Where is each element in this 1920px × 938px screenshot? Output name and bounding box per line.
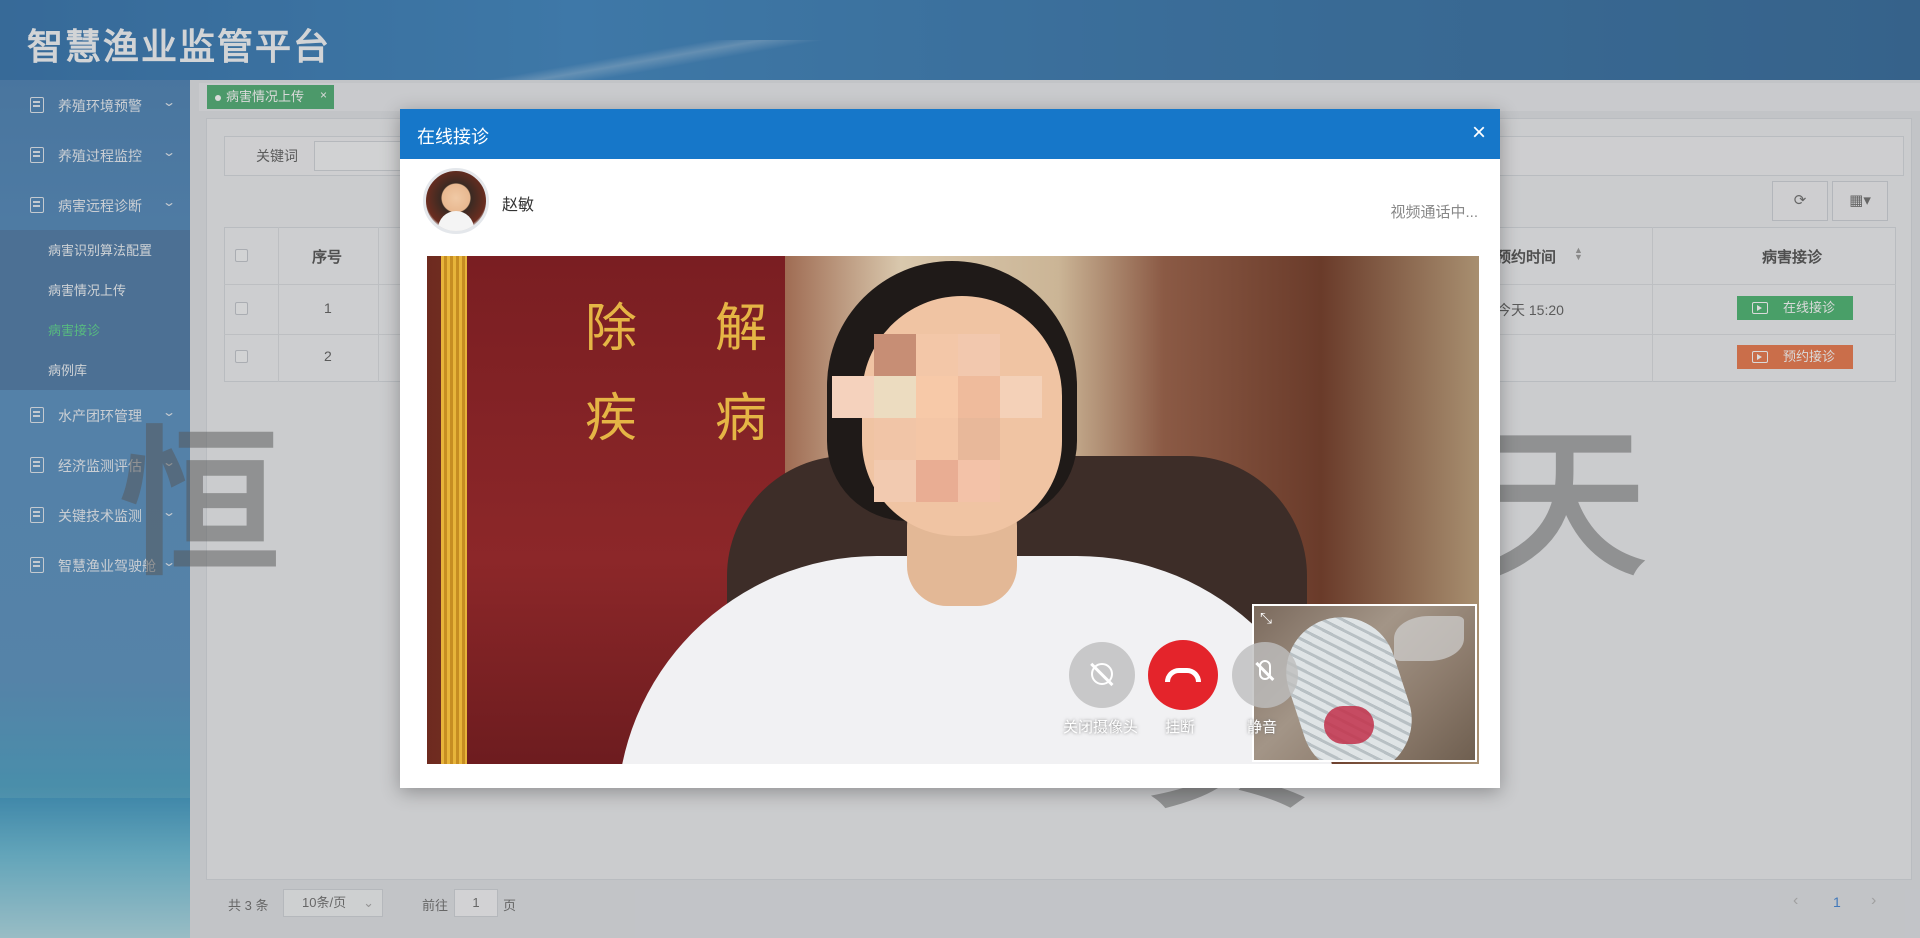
mosaic-block — [958, 376, 1000, 418]
mosaic-block — [874, 334, 916, 376]
caller-avatar — [423, 168, 489, 234]
hangup-button[interactable] — [1148, 640, 1218, 710]
mosaic-block — [916, 418, 958, 460]
mosaic-block — [916, 334, 958, 376]
mosaic-block — [958, 418, 1000, 460]
banner-glyph: 解 — [715, 299, 768, 359]
phone-hangup-icon — [1165, 668, 1201, 682]
banner-fringe — [441, 256, 467, 764]
camera-off-label: 关闭摄像头 — [1063, 719, 1139, 736]
banner-glyph: 病 — [715, 389, 768, 449]
remote-video: 除 疾 解 病 ⤡ — [427, 256, 1479, 764]
banner-glyph: 除 — [585, 299, 638, 359]
mosaic-block — [958, 334, 1000, 376]
camera-off-icon — [1091, 663, 1113, 685]
close-icon[interactable]: × — [1472, 119, 1486, 147]
mosaic-block — [832, 376, 874, 418]
mosaic-block — [958, 460, 1000, 502]
mosaic-block — [874, 376, 916, 418]
mute-button[interactable] — [1232, 642, 1298, 708]
avatar-coat — [438, 211, 474, 231]
mosaic-block — [874, 418, 916, 460]
mosaic-block — [1000, 376, 1042, 418]
caller-name: 赵敏 — [502, 197, 535, 214]
mute-label: 静音 — [1247, 719, 1278, 736]
mic-off-icon — [1259, 660, 1271, 680]
expand-icon[interactable]: ⤡ — [1260, 610, 1272, 627]
banner-glyph: 疾 — [585, 389, 638, 449]
online-consult-dialog: 在线接诊 × 赵敏 视频通话中... 除 疾 解 病 ⤡ 关闭摄像头 挂断 静音 — [400, 109, 1500, 788]
mosaic-block — [916, 460, 958, 502]
hangup-label: 挂断 — [1165, 719, 1196, 736]
dialog-title: 在线接诊 — [417, 127, 489, 147]
mosaic-block — [916, 376, 958, 418]
call-status: 视频通话中... — [1390, 204, 1478, 221]
camera-off-button[interactable] — [1069, 642, 1135, 708]
dialog-header: 在线接诊 × — [400, 109, 1500, 159]
fish-fin — [1394, 616, 1464, 661]
mosaic-block — [874, 460, 916, 502]
fish-wound — [1324, 706, 1374, 744]
